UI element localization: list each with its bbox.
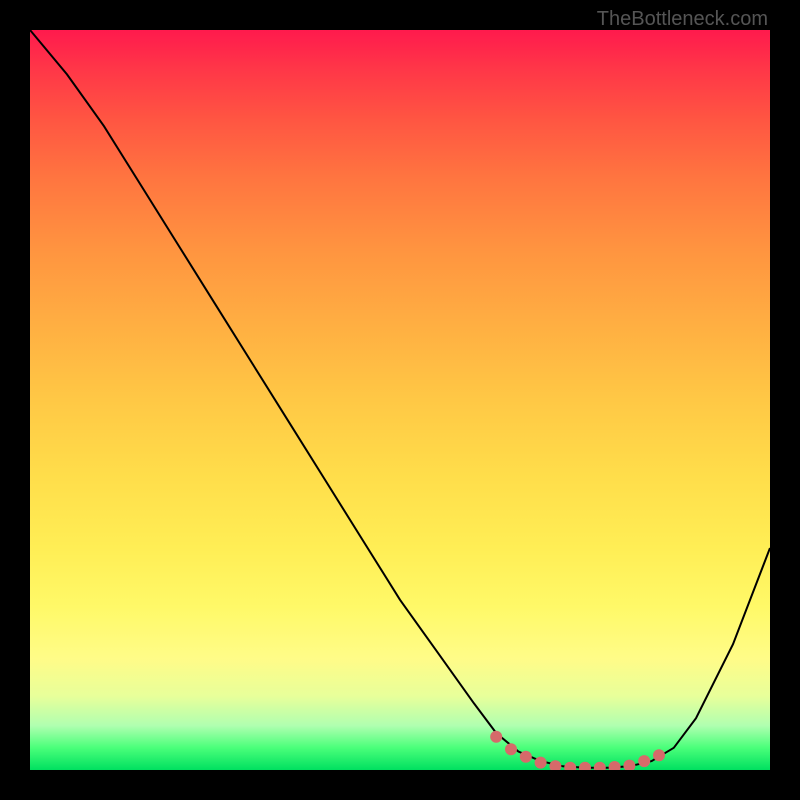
optimal-dot (579, 762, 591, 770)
optimal-dot (535, 757, 547, 769)
optimal-dot (623, 760, 635, 770)
optimal-dot (490, 731, 502, 743)
optimal-dot (653, 749, 665, 761)
optimal-dot (505, 743, 517, 755)
watermark-text: TheBottleneck.com (597, 8, 768, 31)
optimal-dot (638, 755, 650, 767)
optimal-dot (520, 751, 532, 763)
optimal-dot (564, 762, 576, 770)
optimal-dot (609, 761, 621, 770)
curve-svg (30, 30, 770, 770)
plot-area (30, 30, 770, 770)
optimal-dot (594, 762, 606, 770)
optimal-dot (549, 760, 561, 770)
bottleneck-curve-line (30, 30, 770, 768)
